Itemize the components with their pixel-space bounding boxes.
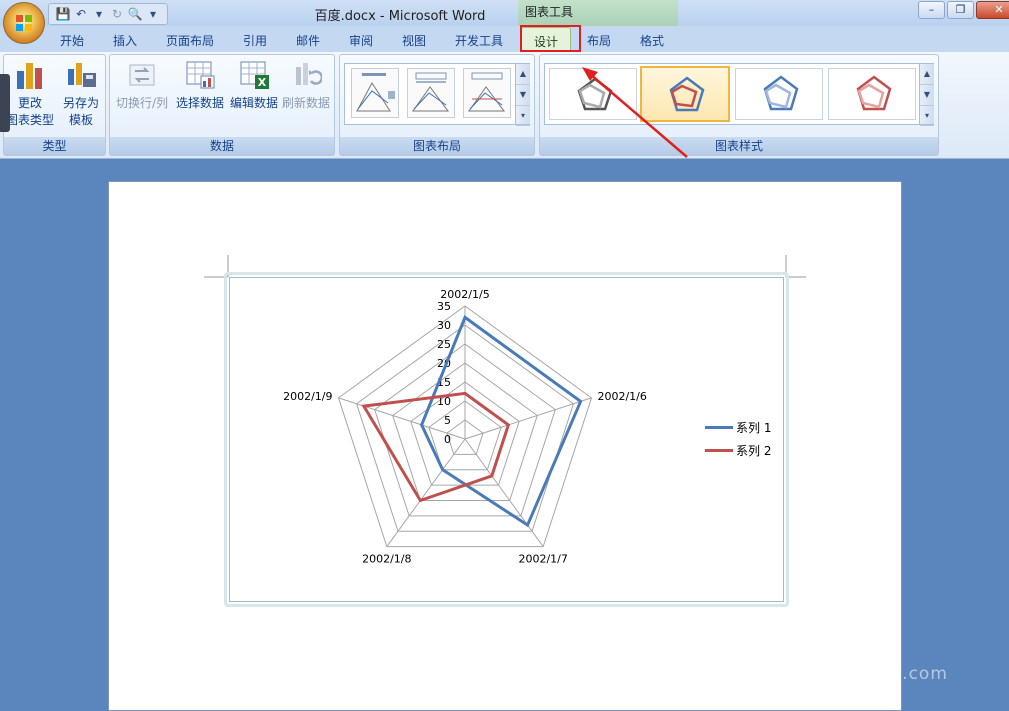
radar-category-label: 2002/1/7 — [518, 553, 567, 566]
radar-tick-label: 5 — [444, 414, 451, 427]
chart-legend: 系列 1 系列 2 — [705, 416, 771, 462]
watermark-main: Bai经验 — [774, 630, 888, 665]
baidu-watermark: Bai经验 jingyan.baidu.com — [774, 622, 948, 684]
office-button[interactable] — [3, 2, 45, 44]
radar-category-label: 2002/1/5 — [440, 288, 489, 301]
radar-series-2-line — [361, 391, 511, 503]
radar-chart: 051015202530352002/1/52002/1/62002/1/720… — [283, 288, 647, 566]
office-logo-icon — [16, 15, 32, 31]
radar-tick-label: 0 — [444, 433, 451, 446]
legend-item-series2: 系列 2 — [705, 439, 771, 462]
legend-label-series2: 系列 2 — [736, 444, 772, 458]
radar-category-label: 2002/1/8 — [362, 553, 411, 566]
radar-tick-label: 25 — [437, 338, 451, 351]
radar-spoke — [386, 438, 466, 547]
radar-category-label: 2002/1/6 — [597, 390, 646, 403]
legend-swatch-series2 — [705, 449, 733, 452]
watermark-sub: jingyan.baidu.com — [774, 664, 948, 684]
radar-tick-label: 30 — [437, 319, 451, 332]
radar-category-label: 2002/1/9 — [283, 390, 332, 403]
legend-item-series1: 系列 1 — [705, 416, 771, 439]
legend-label-series1: 系列 1 — [736, 421, 772, 435]
legend-swatch-series1 — [705, 426, 733, 429]
radar-tick-label: 35 — [437, 300, 451, 313]
